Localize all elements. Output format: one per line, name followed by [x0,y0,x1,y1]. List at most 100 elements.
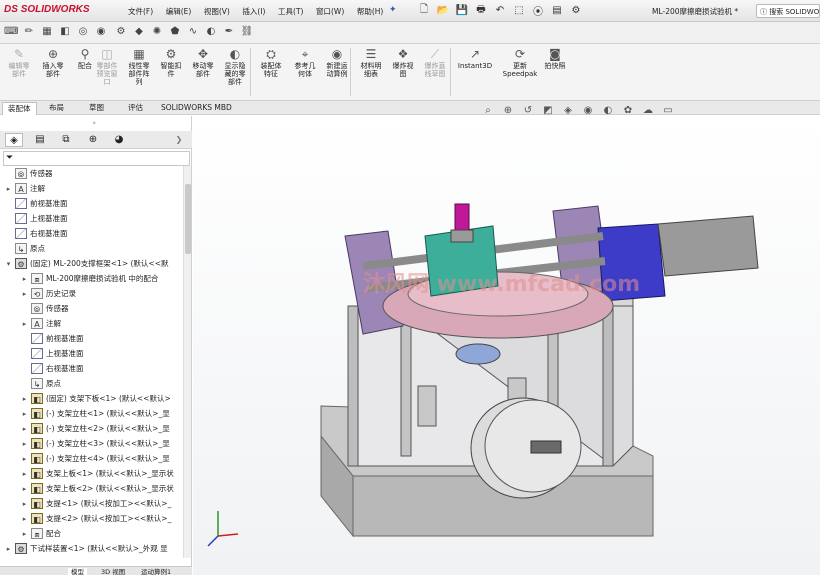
scene-icon[interactable]: ☁ [640,104,656,117]
sketch-icon[interactable]: ✏ [22,25,36,39]
globe-icon[interactable]: ◉ [94,25,108,39]
property-manager-tab-icon[interactable]: ▤ [31,133,49,147]
lightbulb-icon[interactable]: ✺ [150,25,164,39]
tree-item[interactable]: ▸ ◧ (-) 支架立柱<4> (默认<<默认>_显 [20,451,170,466]
file-properties-icon[interactable]: ▤ [549,3,565,18]
ribbon-button-4[interactable]: ▦ 线性零 部件阵 列 [124,47,154,86]
tree-item[interactable]: ▸ ◧ (固定) 支架下板<1> (默认<<默认> [20,391,171,406]
tree-scrollbar[interactable] [183,166,191,558]
tab-evaluate[interactable]: 评估 [123,102,148,115]
scrollbar-thumb[interactable] [185,184,191,254]
previous-view-icon[interactable]: ↺ [520,104,536,117]
tab-mbd[interactable]: SOLIDWORKS MBD [156,102,237,115]
pen-icon[interactable]: ✒ [222,25,236,39]
ribbon-button-13[interactable]: ⟋ 爆炸直 线草图 [420,47,450,78]
tree-item[interactable]: 右视基准面 [4,226,68,241]
tree-item[interactable]: 右视基准面 [20,361,84,376]
ribbon-button-7[interactable]: ◐ 显示隐 藏的零 部件 [220,47,250,86]
pin-icon[interactable]: ✦ [389,5,397,15]
tree-item[interactable]: ▸ ◧ 支架上板<2> (默认<<默认>_显示状 [20,481,174,496]
undo-icon[interactable]: ↶ [492,3,508,18]
cube-icon[interactable]: ◆ [132,25,146,39]
expand-arrow-icon[interactable]: ▸ [20,485,29,493]
ribbon-button-3[interactable]: ◫ 零部件 预览窗 口 [92,47,122,86]
menu-help[interactable]: 帮助(H) [357,6,384,17]
expand-arrow-icon[interactable]: ▸ [20,320,29,328]
expand-arrow-icon[interactable]: ▸ [20,395,29,403]
solidworks-logo[interactable]: DS SOLIDWORKS [4,4,90,15]
ribbon-button-11[interactable]: ☰ 材料明 细表 [356,47,386,78]
expand-arrow-icon[interactable]: ▸ [20,275,29,283]
zoom-area-icon[interactable]: ⊕ [500,104,516,117]
link-icon[interactable]: ⛓ [240,25,254,39]
tree-item[interactable]: 前视基准面 [4,196,68,211]
menu-tools[interactable]: 工具(T) [278,6,303,17]
expand-arrow-icon[interactable]: ▸ [4,545,13,553]
menu-file[interactable]: 文件(F) [128,6,153,17]
assembly-model[interactable]: 沐风网 www.mfcad.com [193,116,820,575]
expand-arrow-icon[interactable]: ▸ [20,425,29,433]
menu-window[interactable]: 窗口(W) [316,6,344,17]
tree-item[interactable]: ▸ ◧ (-) 支架立柱<1> (默认<<默认>_显 [20,406,170,421]
open-folder-icon[interactable]: 📂 [435,3,451,18]
tree-item[interactable]: ▸ ◧ 支架上板<1> (默认<<默认>_显示状 [20,466,174,481]
print-icon[interactable]: 🖶 [473,3,489,18]
tree-item[interactable]: ▸ ◧ (-) 支架立柱<2> (默认<<默认>_显 [20,421,170,436]
ribbon-button-12[interactable]: ❖ 爆炸视 图 [388,47,418,78]
help-search-input[interactable]: ⓘ 搜索 SOLIDWO [756,4,820,18]
expand-arrow-icon[interactable]: ▸ [20,290,29,298]
tree-item[interactable]: ▸ ⧈ 配合 [20,526,61,541]
wave-icon[interactable]: ∿ [186,25,200,39]
tree-item[interactable]: ▸ ◧ (-) 支架立柱<3> (默认<<默认>_显 [20,436,170,451]
panel-expand-icon[interactable]: ❯ [170,133,188,147]
ribbon-button-1[interactable]: ⊕ 插入零 部件 [38,47,68,78]
monitor-icon[interactable]: ▭ [660,104,676,117]
tree-item[interactable]: 前视基准面 [20,331,84,346]
ribbon-button-8[interactable]: ⛭ 装配体 特征 [256,47,286,78]
ribbon-button-15[interactable]: ⟳ 更新 Speedpak [500,47,540,78]
tab-assembly[interactable]: 装配体 [2,102,37,115]
ribbon-button-10[interactable]: ◉ 新建运 动算例 [322,47,352,78]
expand-arrow-icon[interactable]: ▸ [20,470,29,478]
view-orientation-icon[interactable]: ◈ [560,104,576,117]
shield-icon[interactable]: ⬟ [168,25,182,39]
tree-item[interactable]: ↳ 原点 [20,376,61,391]
tree-item[interactable]: ▸ ⧈ ML-200摩擦磨损试验机 中的配合 [20,271,158,286]
camera-icon[interactable]: ◎ [76,25,90,39]
expand-arrow-icon[interactable]: ▸ [20,440,29,448]
save-icon[interactable]: 💾 [454,3,470,18]
grid-icon[interactable]: ▦ [40,25,54,39]
hide-show-icon[interactable]: ◐ [600,104,616,117]
dimxpert-tab-icon[interactable]: ⊕ [84,133,102,147]
ribbon-button-0[interactable]: ✎ 编辑零 部件 [4,47,34,78]
tree-item[interactable]: ▸ ⚙ 下试样装置<1> (默认<<默认>_外观 显 [4,541,168,556]
expand-arrow-icon[interactable]: ▸ [20,410,29,418]
tree-item[interactable]: ▸ ◧ 支提<1> (默认<按加工><<默认>_ [20,496,171,511]
traffic-light-icon[interactable]: ⦿ [530,3,546,18]
tree-item[interactable]: ▸ A 注解 [4,181,45,196]
ribbon-button-16[interactable]: ◙ 拍快照 [540,47,570,70]
tree-item[interactable]: 上视基准面 [4,211,68,226]
feature-tree-tab-icon[interactable]: ◈ [5,133,23,147]
tree-item[interactable]: ⦾ 传感器 [20,301,69,316]
tree-item[interactable]: ⦾ 传感器 [4,166,53,181]
keyboard-icon[interactable]: ⌨ [4,25,18,39]
graphics-viewport[interactable]: 沐风网 www.mfcad.com [193,116,820,575]
menu-view[interactable]: 视图(V) [204,6,230,17]
tree-item[interactable]: 上视基准面 [20,346,84,361]
tab-sketch[interactable]: 草图 [84,102,109,115]
tree-item[interactable]: ▸ ◧ 支提<2> (默认<按加工><<默认>_ [20,511,171,526]
eye-icon[interactable]: ◐ [204,25,218,39]
expand-arrow-icon[interactable]: ▸ [20,500,29,508]
display-style-icon[interactable]: ◉ [580,104,596,117]
expand-arrow-icon[interactable]: ▸ [20,455,29,463]
ribbon-button-9[interactable]: ⌖ 参考几 何体 [290,47,320,78]
tree-item[interactable]: ▸ A 注解 [20,316,61,331]
menu-edit[interactable]: 编辑(E) [166,6,192,17]
expand-arrow-icon[interactable]: ▾ [4,260,13,268]
display-manager-tab-icon[interactable]: ◕ [110,133,128,147]
tree-item[interactable]: ▾ ⚙ (固定) ML-200支撑框架<1> (默认<<默 [4,256,169,271]
expand-arrow-icon[interactable]: ▸ [4,185,13,193]
ribbon-button-6[interactable]: ✥ 移动零 部件 [188,47,218,78]
tree-item[interactable]: ↳ 原点 [4,241,45,256]
